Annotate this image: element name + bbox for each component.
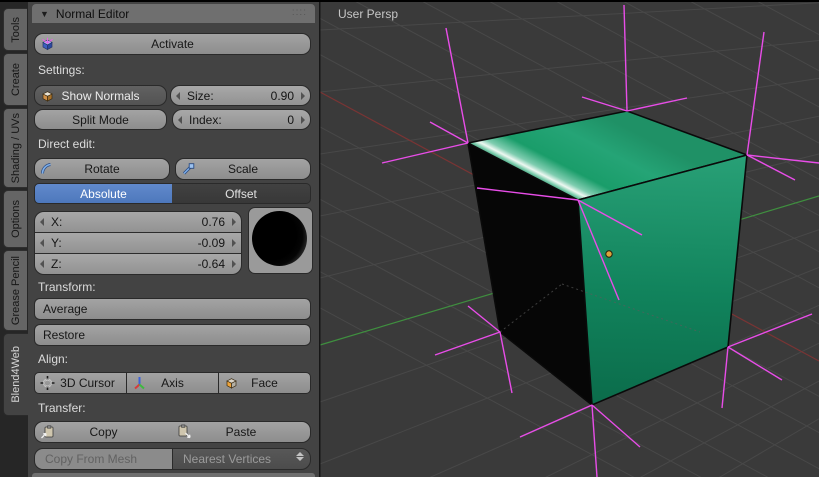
index-stepper[interactable]: Index: 0	[172, 109, 311, 130]
tab-grease-pencil[interactable]: Grease Pencil	[3, 250, 27, 331]
show-normals-toggle[interactable]: Show Normals	[34, 85, 167, 106]
copy-clipboard-icon	[40, 425, 55, 440]
decrement-arrow[interactable]	[178, 116, 182, 124]
align-3d-cursor-button[interactable]: 3D Cursor	[34, 372, 127, 394]
axis-icon	[132, 376, 147, 391]
decrement-arrow[interactable]	[40, 260, 44, 268]
copy-from-mesh-button[interactable]: Copy From Mesh	[34, 448, 173, 470]
direct-edit-label: Direct edit:	[38, 137, 95, 151]
panel-title: Normal Editor	[56, 7, 129, 21]
dropdown-arrows-icon	[296, 452, 304, 461]
tab-options[interactable]: Options	[3, 190, 27, 248]
viewport-canvas[interactable]	[319, 0, 819, 477]
increment-arrow[interactable]	[301, 116, 305, 124]
normal-vector-fields: X: 0.76 Y: -0.09 Z: -0.64	[34, 211, 242, 275]
rotate-arc-icon	[40, 162, 55, 177]
increment-arrow[interactable]	[301, 92, 305, 100]
mesh-cube-icon	[40, 88, 55, 103]
size-slider[interactable]: Size: 0.90	[170, 85, 311, 106]
view-name-label: User Persp	[338, 7, 398, 21]
settings-label: Settings:	[38, 63, 85, 77]
increment-arrow[interactable]	[232, 239, 236, 247]
normals-cube-icon	[40, 37, 55, 52]
next-panel-header-edge[interactable]	[32, 473, 315, 477]
increment-arrow[interactable]	[232, 260, 236, 268]
average-button[interactable]: Average	[34, 298, 311, 320]
transfer-mode-dropdown[interactable]: Nearest Vertices	[172, 448, 311, 470]
decrement-arrow[interactable]	[40, 218, 44, 226]
paste-clipboard-icon	[177, 425, 192, 440]
increment-arrow[interactable]	[232, 218, 236, 226]
blender-window: { "tabs": { "items": [ {"label": "Tools"…	[0, 0, 819, 477]
direction-sphere-widget	[248, 207, 313, 274]
tab-blend4web[interactable]: Blend4Web	[3, 333, 28, 416]
decrement-arrow[interactable]	[176, 92, 180, 100]
viewport-left-border	[319, 0, 321, 477]
split-mode-toggle[interactable]: Split Mode	[34, 109, 167, 130]
align-label: Align:	[38, 352, 68, 366]
paste-button[interactable]: Paste	[172, 421, 311, 443]
activate-button[interactable]: Activate	[34, 33, 311, 55]
restore-button[interactable]: Restore	[34, 324, 311, 346]
panel-drag-handle[interactable]: ::::	[292, 7, 307, 18]
absolute-toggle[interactable]: Absolute	[34, 183, 173, 204]
window-top-edge	[0, 0, 819, 2]
tab-shading-uvs[interactable]: Shading / UVs	[3, 108, 27, 188]
decrement-arrow[interactable]	[40, 239, 44, 247]
align-face-button[interactable]: Face	[218, 372, 311, 394]
align-axis-button[interactable]: Axis	[126, 372, 219, 394]
offset-toggle[interactable]: Offset	[172, 183, 311, 204]
face-cube-icon	[224, 376, 239, 391]
z-field[interactable]: Z: -0.64	[35, 254, 241, 274]
panel-header[interactable]: ▼ Normal Editor ::::	[32, 4, 315, 23]
normal-editor-panel: ▼ Normal Editor :::: Activate Settings: …	[28, 2, 319, 477]
scale-button[interactable]: Scale	[175, 158, 311, 180]
selected-vertex-dot[interactable]	[606, 251, 612, 257]
scale-arrow-icon	[181, 162, 196, 177]
transfer-label: Transfer:	[38, 401, 86, 415]
transform-label: Transform:	[38, 280, 96, 294]
3d-cursor-icon	[40, 376, 55, 391]
normal-direction-sphere[interactable]	[252, 211, 307, 266]
copy-button[interactable]: Copy	[34, 421, 173, 443]
rotate-button[interactable]: Rotate	[34, 158, 170, 180]
viewport-3d[interactable]: User Persp	[319, 0, 819, 477]
y-field[interactable]: Y: -0.09	[35, 233, 241, 253]
tab-create[interactable]: Create	[3, 53, 27, 106]
collapse-triangle-icon[interactable]: ▼	[40, 9, 49, 19]
x-field[interactable]: X: 0.76	[35, 212, 241, 232]
tab-tools[interactable]: Tools	[3, 8, 27, 51]
